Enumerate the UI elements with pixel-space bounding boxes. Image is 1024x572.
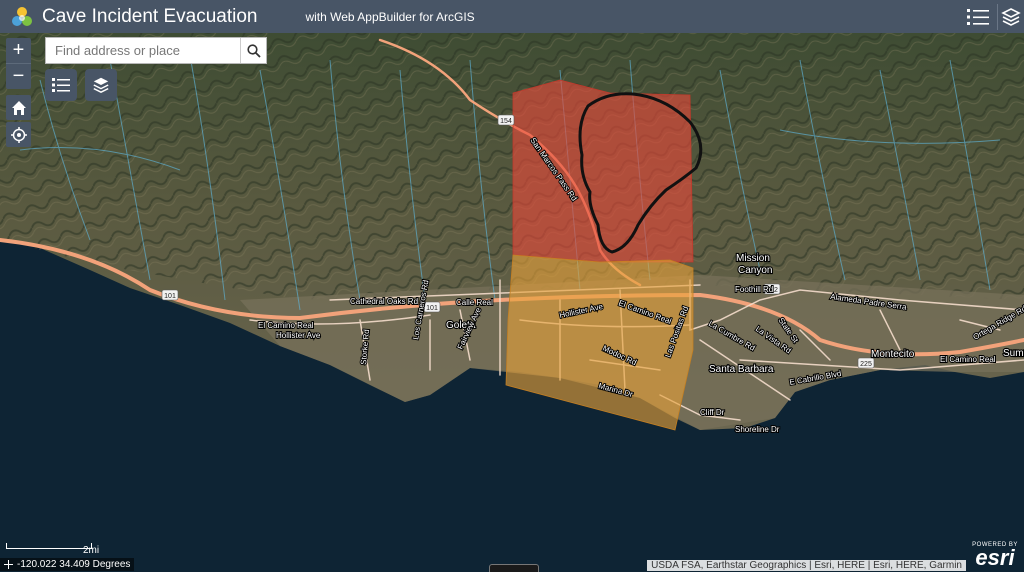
map-attribution: USDA FSA, Earthstar Geographics | Esri, … <box>647 560 966 571</box>
crosshair-icon[interactable] <box>4 560 13 569</box>
shield-154-label: 154 <box>500 118 512 125</box>
evacuation-order-zone[interactable] <box>513 80 693 262</box>
label-montecito: Montecito <box>871 349 915 360</box>
header-legend-button[interactable] <box>965 4 991 30</box>
layers-icon <box>92 76 110 94</box>
app-header: Cave Incident Evacuation with Web AppBui… <box>0 0 1024 33</box>
label-foothill: Foothill Rd <box>735 285 773 294</box>
label-cliff-dr: Cliff Dr <box>700 408 725 417</box>
scale-label: 2mi <box>83 545 99 556</box>
app-title: Cave Incident Evacuation <box>42 6 257 28</box>
mountain-terrain <box>0 33 1024 300</box>
label-mission-canyon-1: Mission <box>736 253 770 264</box>
shield-101-w-label: 101 <box>164 293 176 300</box>
home-icon <box>11 100 27 116</box>
coordinate-readout: -120.022 34.409 Degrees <box>0 558 134 571</box>
coordinate-text: -120.022 34.409 Degrees <box>17 559 130 570</box>
map-view[interactable]: 154 101 101 192 225 Mission Canyon Golet… <box>0 33 1024 571</box>
zoom-out-button[interactable]: − <box>6 63 31 89</box>
shield-225-label: 225 <box>860 361 872 368</box>
label-hollister-w: Hollister Ave <box>276 331 321 340</box>
layers-icon <box>1001 7 1021 27</box>
app-logo-icon <box>11 6 33 28</box>
esri-name: esri <box>969 548 1021 568</box>
label-el-camino-real-e: El Camino Real <box>940 355 996 364</box>
zoom-in-icon: + <box>13 39 25 61</box>
shield-101-w: 101 <box>162 290 178 300</box>
home-button[interactable] <box>6 95 31 120</box>
search-button[interactable] <box>240 38 266 63</box>
legend-icon <box>967 8 989 26</box>
shield-154: 154 <box>498 115 514 125</box>
search-icon <box>247 44 261 58</box>
layer-list-widget-button[interactable] <box>85 69 117 101</box>
shield-101-mid-label: 101 <box>426 305 438 312</box>
label-mission-canyon-2: Canyon <box>738 265 772 276</box>
label-el-camino-real-w: El Camino Real <box>258 321 314 330</box>
my-location-button[interactable] <box>6 122 31 147</box>
search-input[interactable] <box>46 38 240 63</box>
zoom-out-icon: − <box>13 65 25 87</box>
label-santa-barbara: Santa Barbara <box>709 364 774 375</box>
app-subtitle: with Web AppBuilder for ArcGIS <box>305 10 474 24</box>
scale-bar <box>6 543 92 549</box>
esri-logo[interactable]: POWERED BY esri <box>969 542 1021 568</box>
search-widget <box>45 37 267 64</box>
zoom-in-button[interactable]: + <box>6 38 31 63</box>
legend-icon <box>52 77 70 93</box>
label-summerland: Summ <box>1003 348 1024 359</box>
header-layers-button[interactable] <box>997 4 1024 30</box>
zoom-control: + − <box>6 38 31 89</box>
label-shoreline: Shoreline Dr <box>735 425 780 434</box>
locate-icon <box>11 127 27 143</box>
label-cathedral-oaks: Cathedral Oaks Rd <box>350 297 418 306</box>
label-calle-real: Calle Real <box>456 298 493 307</box>
legend-widget-button[interactable] <box>45 69 77 101</box>
